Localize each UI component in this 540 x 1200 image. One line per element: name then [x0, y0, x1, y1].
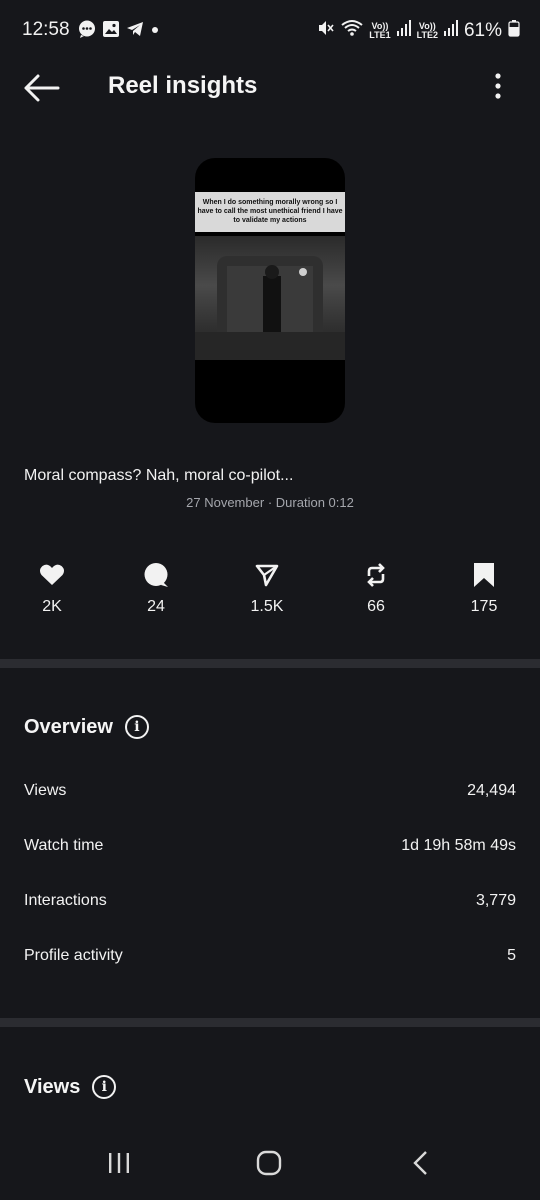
meta-separator: · [267, 495, 273, 510]
app-header: Reel insights [0, 60, 540, 116]
gallery-icon [102, 20, 120, 43]
page-title: Reel insights [108, 72, 258, 99]
home-icon [256, 1150, 282, 1176]
chat-icon [78, 20, 96, 43]
reel-insights-screen: 12:58 Vo)) LTE1 Vo)) LTE2 61% Reel insig… [0, 0, 540, 1200]
notification-icons [78, 20, 160, 43]
overview-heading: Overview i [24, 715, 149, 739]
metric-value: 3,779 [475, 892, 516, 909]
recent-apps-button[interactable] [106, 1150, 132, 1181]
telegram-icon [126, 20, 144, 43]
reposts-stat: 66 [346, 560, 406, 616]
views-title: Views [24, 1075, 81, 1098]
metric-label: Views [24, 782, 67, 799]
repost-icon [346, 560, 406, 590]
chevron-left-icon [413, 1151, 427, 1175]
reposts-count: 66 [367, 598, 385, 615]
recent-apps-icon [109, 1153, 129, 1173]
comments-stat: 24 [126, 560, 186, 616]
comments-count: 24 [147, 598, 165, 615]
send-icon [237, 560, 297, 590]
wifi-icon [341, 19, 363, 43]
metric-value: 5 [507, 947, 516, 964]
signal-icon [443, 20, 458, 42]
info-icon[interactable]: i [124, 715, 149, 739]
thumbnail-image [195, 236, 345, 360]
metric-row-views: Views 24,494 [24, 782, 516, 800]
saves-count: 175 [470, 598, 498, 615]
reel-duration: Duration 0:12 [275, 495, 354, 510]
home-button[interactable] [256, 1150, 282, 1181]
info-icon[interactable]: i [92, 1075, 117, 1099]
dot-icon [150, 20, 160, 43]
shares-count: 1.5K [250, 598, 284, 615]
status-right: Vo)) LTE1 Vo)) LTE2 61% [317, 19, 520, 43]
system-nav-bar [0, 1130, 540, 1200]
more-options-button[interactable] [490, 72, 506, 102]
sim1-label: Vo)) LTE1 [369, 21, 391, 40]
metric-row-interactions[interactable]: Interactions 3,779 [24, 892, 516, 910]
back-button[interactable] [22, 72, 62, 104]
status-bar: 12:58 Vo)) LTE1 Vo)) LTE2 61% [0, 0, 540, 60]
reel-caption: Moral compass? Nah, moral co-pilot... [24, 467, 294, 484]
back-arrow-icon [24, 74, 60, 102]
reel-thumbnail[interactable]: When I do something morally wrong so I h… [195, 158, 345, 423]
reel-date: 27 November [186, 495, 265, 510]
bookmark-icon [454, 560, 514, 590]
sim2-label: Vo)) LTE2 [416, 21, 438, 40]
section-divider [0, 659, 540, 668]
metric-value: 24,494 [467, 782, 516, 799]
engagement-stats: 2K 24 1.5K 66 175 [0, 560, 540, 630]
metric-row-watch-time: Watch time 1d 19h 58m 49s [24, 837, 516, 855]
saves-stat: 175 [454, 560, 514, 616]
metric-label: Watch time [24, 837, 104, 854]
comment-icon [126, 560, 186, 590]
likes-stat: 2K [22, 560, 82, 616]
mute-icon [317, 19, 335, 43]
metric-value: 1d 19h 58m 49s [401, 837, 516, 854]
thumbnail-caption: When I do something morally wrong so I h… [195, 192, 345, 232]
views-heading: Views i [24, 1075, 117, 1099]
overview-title: Overview [24, 715, 113, 738]
metric-row-profile-activity[interactable]: Profile activity 5 [24, 947, 516, 965]
status-time: 12:58 [22, 19, 70, 40]
battery-percent: 61% [463, 20, 502, 41]
reel-meta: 27 November · Duration 0:12 [0, 495, 540, 510]
more-vertical-icon [495, 73, 501, 99]
shares-stat: 1.5K [237, 560, 297, 616]
metric-label: Profile activity [24, 947, 123, 964]
metric-label: Interactions [24, 892, 107, 909]
likes-count: 2K [42, 598, 62, 615]
back-nav-button[interactable] [408, 1150, 434, 1181]
heart-icon [22, 560, 82, 590]
signal-icon [396, 20, 411, 42]
battery-icon [508, 19, 520, 43]
section-divider [0, 1018, 540, 1027]
